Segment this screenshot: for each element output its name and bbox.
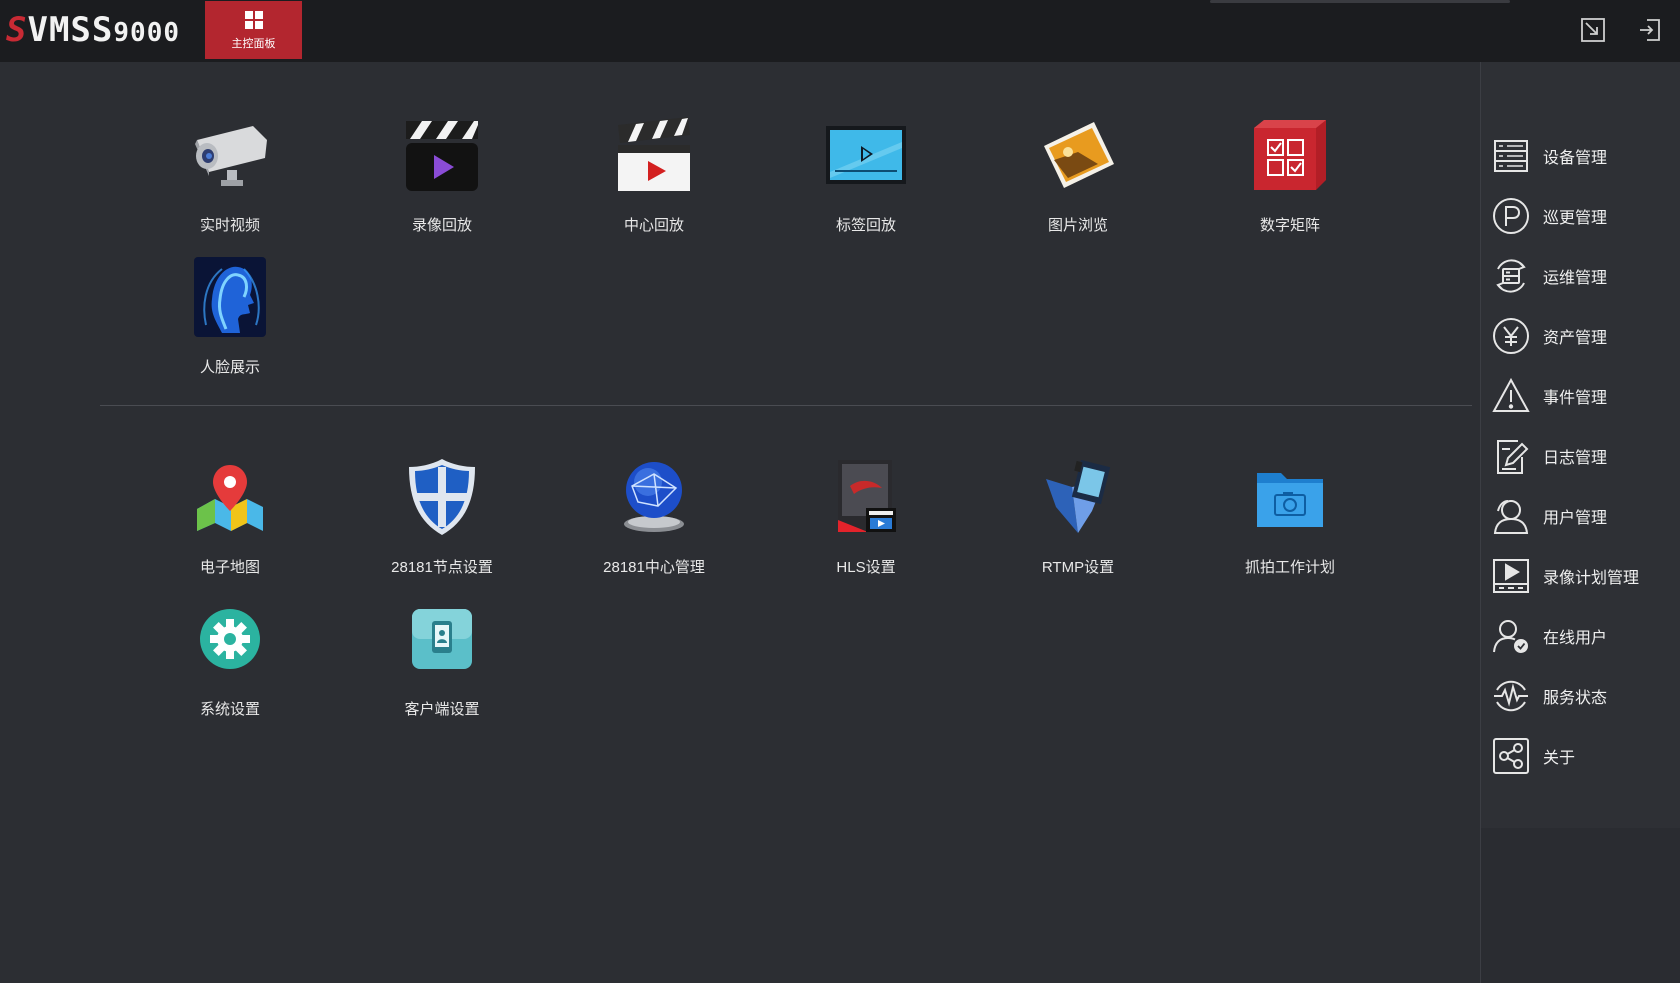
tile-label: HLS设置 [836,559,896,576]
sidebar-item-service-status[interactable]: 服务状态 [1491,674,1680,718]
tile-client-settings[interactable]: 客户端设置 [372,594,512,724]
tile-center-playback[interactable]: 中心回放 [584,110,724,240]
sidebar-item-asset-mgmt[interactable]: 资产管理 [1491,314,1680,358]
tile-28181-center-mgmt[interactable]: 28181中心管理 [584,452,724,582]
sidebar-item-log-mgmt[interactable]: 日志管理 [1491,434,1680,478]
tile-live-video[interactable]: 实时视频 [160,110,300,240]
right-sidebar: 设备管理 巡更管理 运维管理 资产管理 事件管理 日志管理 用户管理 录像计划管… [1480,62,1680,983]
clapper-center-icon [609,110,699,200]
tile-label: 系统设置 [199,701,260,718]
restore-window-icon[interactable] [1580,17,1606,43]
online-user-icon [1491,616,1531,656]
home-tab-label: 主控面板 [231,37,276,50]
logo-s: S [91,10,114,50]
top-scroll-indicator [1210,0,1510,3]
tile-rtmp-settings[interactable]: RTMP设置 [1008,452,1148,582]
client-icon [397,594,487,684]
globe-icon [609,452,699,542]
tile-label: 28181节点设置 [391,559,493,576]
tile-label: RTMP设置 [1041,559,1115,576]
logo-main: VMS [27,10,92,50]
tile-tag-playback[interactable]: 标签回放 [796,110,936,240]
app-logo: S VMS S 9000 [6,10,180,50]
sidebar-item-label: 用户管理 [1543,510,1608,527]
tile-face-display[interactable]: 人脸展示 [160,252,300,382]
logo-suffix: 9000 [113,18,181,48]
server-list-icon [1491,136,1531,176]
sidebar-item-ops-mgmt[interactable]: 运维管理 [1491,254,1680,298]
sidebar-item-label: 关于 [1543,750,1576,767]
users-icon [1491,496,1531,536]
sidebar-item-online-users[interactable]: 在线用户 [1491,614,1680,658]
hls-icon [821,452,911,542]
sidebar-item-about[interactable]: 关于 [1491,734,1680,778]
sidebar-item-label: 巡更管理 [1543,210,1608,227]
tile-label: 标签回放 [835,217,896,234]
tile-label: 人脸展示 [199,359,260,376]
face-icon [185,252,275,342]
picture-icon [1033,110,1123,200]
sidebar-item-label: 事件管理 [1543,390,1608,407]
clapper-play-icon [397,110,487,200]
top-bar: S VMS S 9000 主控面板 [0,0,1680,62]
log-edit-icon [1491,436,1531,476]
share-icon [1491,736,1531,776]
tile-snapshot-plan[interactable]: 抓拍工作计划 [1220,452,1360,582]
settings-gear-icon [185,594,275,684]
sidebar-item-label: 资产管理 [1543,330,1608,347]
tile-label: 录像回放 [411,217,472,234]
tile-label: 28181中心管理 [603,559,705,576]
sidebar-item-event-mgmt[interactable]: 事件管理 [1491,374,1680,418]
shield-icon [397,452,487,542]
service-status-icon [1491,676,1531,716]
record-plan-icon [1491,556,1531,596]
logo-prefix: S [6,10,28,50]
sidebar-item-device-mgmt[interactable]: 设备管理 [1491,134,1680,178]
tile-label: 抓拍工作计划 [1244,559,1335,576]
tile-picture-browse[interactable]: 图片浏览 [1008,110,1148,240]
home-dashboard-tab[interactable]: 主控面板 [205,1,302,59]
tile-label: 数字矩阵 [1259,217,1320,234]
grid-icon [244,10,263,29]
logout-icon[interactable] [1637,17,1663,43]
sidebar-item-patrol-mgmt[interactable]: 巡更管理 [1491,194,1680,238]
sidebar-item-label: 日志管理 [1543,450,1608,467]
patrol-p-icon [1491,196,1531,236]
tile-digital-matrix[interactable]: 数字矩阵 [1220,110,1360,240]
camera-icon [185,110,275,200]
map-icon [185,452,275,542]
sidebar-item-label: 在线用户 [1543,630,1608,647]
tile-label: 中心回放 [623,217,684,234]
tile-28181-node-settings[interactable]: 28181节点设置 [372,452,512,582]
tile-label: 电子地图 [199,559,260,576]
rtmp-icon [1033,452,1123,542]
tag-playback-icon [821,110,911,200]
matrix-icon [1245,110,1335,200]
tile-system-settings[interactable]: 系统设置 [160,594,300,724]
yen-icon [1491,316,1531,356]
tile-label: 客户端设置 [404,701,480,718]
sidebar-item-user-mgmt[interactable]: 用户管理 [1491,494,1680,538]
sidebar-item-label: 运维管理 [1543,270,1608,287]
sidebar-item-record-plan-mgmt[interactable]: 录像计划管理 [1491,554,1680,598]
tile-label: 图片浏览 [1047,217,1108,234]
tile-record-playback[interactable]: 录像回放 [372,110,512,240]
sidebar-item-label: 服务状态 [1543,690,1608,707]
tile-label: 实时视频 [199,217,260,234]
tile-e-map[interactable]: 电子地图 [160,452,300,582]
maintenance-icon [1491,256,1531,296]
sidebar-item-label: 录像计划管理 [1543,570,1640,587]
snapshot-folder-icon [1245,452,1335,542]
warning-icon [1491,376,1531,416]
tile-hls-settings[interactable]: HLS设置 [796,452,936,582]
sidebar-item-label: 设备管理 [1543,150,1608,167]
section-divider [100,405,1472,406]
